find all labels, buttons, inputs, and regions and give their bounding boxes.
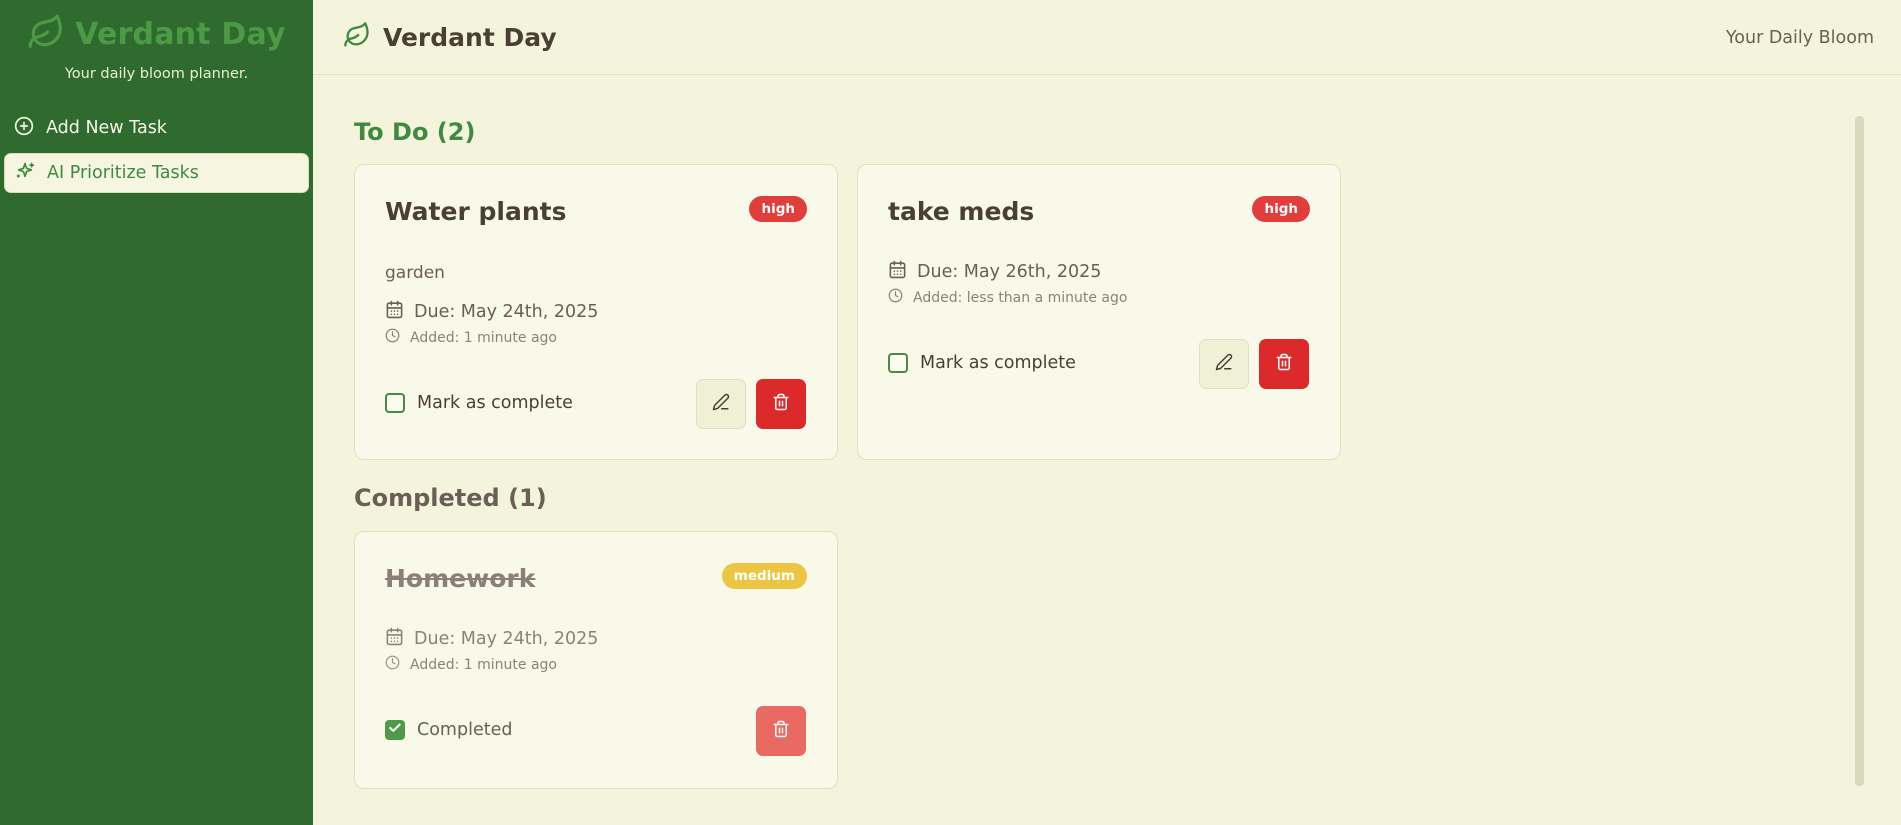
header-tagline: Your Daily Bloom <box>1725 27 1874 48</box>
task-due-date: Due: May 24th, 2025 <box>385 300 598 324</box>
pencil-icon <box>712 393 730 415</box>
checkbox-label: Completed <box>417 720 513 740</box>
leaf-icon <box>27 13 65 55</box>
priority-badge: high <box>1252 196 1310 222</box>
delete-button[interactable] <box>756 379 806 429</box>
calendar-icon <box>385 300 404 324</box>
added-text: Added: 1 minute ago <box>410 656 557 673</box>
sidebar-item-ai-prioritize-tasks[interactable]: AI Prioritize Tasks <box>4 153 309 193</box>
main-content: To Do (2) Water plants high garden Due: … <box>313 76 1901 825</box>
checkbox-box[interactable] <box>385 393 405 413</box>
task-added-time: Added: less than a minute ago <box>888 288 1127 307</box>
vertical-scrollbar[interactable] <box>1855 116 1864 786</box>
due-text: Due: May 24th, 2025 <box>414 302 599 322</box>
due-text: Due: May 26th, 2025 <box>917 262 1102 282</box>
task-due-date: Due: May 24th, 2025 <box>385 627 598 651</box>
todo-section-title: To Do (2) <box>354 118 476 146</box>
delete-button[interactable] <box>756 706 806 756</box>
task-added-time: Added: 1 minute ago <box>385 655 557 674</box>
sidebar-nav: Add New Task AI Prioritize Tasks <box>0 108 313 193</box>
sidebar-brand: Verdant Day <box>0 14 313 54</box>
task-due-date: Due: May 26th, 2025 <box>888 260 1101 284</box>
task-added-time: Added: 1 minute ago <box>385 328 557 347</box>
trash-icon <box>772 393 790 415</box>
plus-circle-icon <box>14 116 34 141</box>
priority-badge: high <box>749 196 807 222</box>
sidebar-item-label: Add New Task <box>46 118 167 138</box>
checkbox-label: Mark as complete <box>920 353 1076 373</box>
task-title: Homework <box>385 564 536 593</box>
task-card-completed: Homework medium Due: May 24th, 2025 Adde… <box>354 531 838 789</box>
sidebar-tagline: Your daily bloom planner. <box>64 66 249 82</box>
added-text: Added: less than a minute ago <box>913 289 1128 306</box>
added-text: Added: 1 minute ago <box>410 329 557 346</box>
clock-icon <box>385 328 400 347</box>
sidebar-app-title: Verdant Day <box>75 16 286 52</box>
clock-icon <box>888 288 903 307</box>
mark-complete-checkbox[interactable]: Mark as complete <box>888 353 1076 373</box>
task-description: garden <box>385 263 445 283</box>
completed-checkbox[interactable]: Completed <box>385 720 512 740</box>
sparkles-icon <box>15 161 35 186</box>
clock-icon <box>385 655 400 674</box>
edit-button[interactable] <box>696 379 746 429</box>
mark-complete-checkbox[interactable]: Mark as complete <box>385 393 573 413</box>
pencil-icon <box>1215 353 1233 375</box>
trash-icon <box>1275 353 1293 375</box>
page-title: Verdant Day <box>383 22 557 52</box>
task-card: Water plants high garden Due: May 24th, … <box>354 164 838 460</box>
edit-button[interactable] <box>1199 339 1249 389</box>
sidebar-item-add-new-task[interactable]: Add New Task <box>4 108 309 148</box>
trash-icon <box>772 720 790 742</box>
task-title: Water plants <box>385 197 567 226</box>
checkbox-box[interactable] <box>888 353 908 373</box>
calendar-icon <box>888 260 907 284</box>
sidebar: Verdant Day Your daily bloom planner. Ad… <box>0 0 313 825</box>
check-icon <box>388 720 402 740</box>
delete-button[interactable] <box>1259 339 1309 389</box>
top-header: Verdant Day Your Daily Bloom <box>313 0 1901 75</box>
priority-badge: medium <box>721 563 807 589</box>
due-text: Due: May 24th, 2025 <box>414 629 599 649</box>
checkbox-label: Mark as complete <box>417 393 573 413</box>
sidebar-item-label: AI Prioritize Tasks <box>47 163 199 183</box>
calendar-icon <box>385 627 404 651</box>
checkbox-box[interactable] <box>385 720 405 740</box>
task-card: take meds high Due: May 26th, 2025 Added… <box>857 164 1341 460</box>
task-title: take meds <box>888 197 1035 226</box>
leaf-icon <box>343 21 371 53</box>
completed-section-title: Completed (1) <box>354 484 547 512</box>
